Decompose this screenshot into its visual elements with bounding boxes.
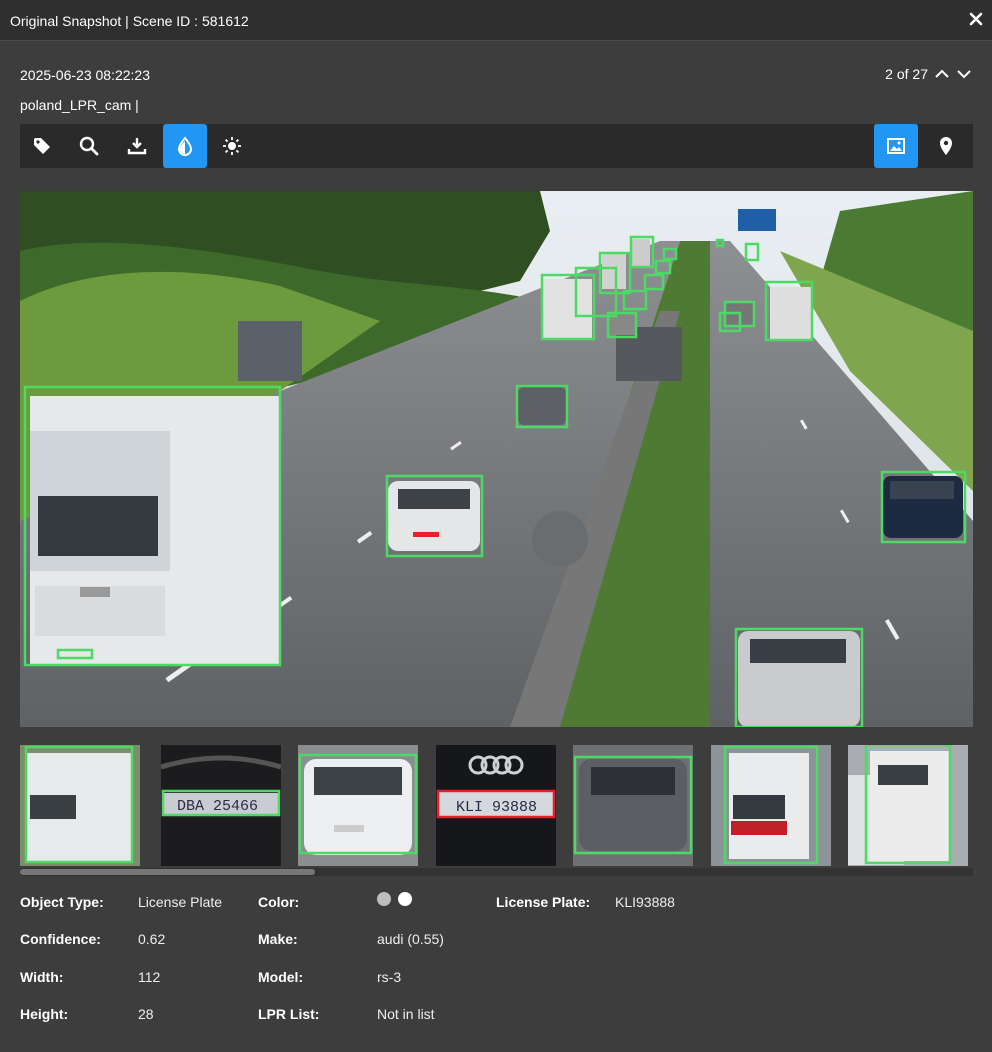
confidence-value: 0.62 xyxy=(138,931,166,947)
thumbnail-strip: DBA 25466 KLI 93888 xyxy=(20,745,973,866)
height-value: 28 xyxy=(138,1006,154,1022)
license-plate-label: License Plate: xyxy=(496,894,591,910)
width-label: Width: xyxy=(20,969,64,985)
color-swatch-grey xyxy=(377,892,391,906)
plate-text: KLI 93888 xyxy=(456,799,537,816)
make-label: Make: xyxy=(258,931,298,947)
object-type-value: License Plate xyxy=(138,894,223,910)
lpr-list-value: Not in list xyxy=(377,1006,435,1022)
chevron-down-icon[interactable] xyxy=(956,66,972,82)
download-icon xyxy=(127,138,147,155)
image-view-button[interactable] xyxy=(874,124,918,168)
thumbnail-plate-1[interactable]: DBA 25466 xyxy=(161,745,281,866)
contrast-button[interactable] xyxy=(163,124,207,168)
color-label: Color: xyxy=(258,894,300,910)
model-value: rs-3 xyxy=(377,969,402,985)
toolbar xyxy=(20,124,973,168)
height-label: Height: xyxy=(20,1006,69,1022)
download-button[interactable] xyxy=(115,124,159,168)
location-pin-icon xyxy=(940,137,952,155)
selected-plate-box[interactable] xyxy=(413,532,439,537)
window-title: Original Snapshot | Scene ID : 581612 xyxy=(10,13,249,29)
width-value: 112 xyxy=(138,969,161,985)
color-swatch-white xyxy=(398,892,412,906)
tag-button[interactable] xyxy=(20,124,64,168)
thumbnail-image: KLI 93888 xyxy=(436,745,556,866)
thumbnail-truck[interactable] xyxy=(20,745,140,866)
thumbnail-scrollbar[interactable] xyxy=(20,868,973,876)
pager: 2 of 27 xyxy=(885,66,972,82)
thumbnail-image xyxy=(20,745,140,866)
snapshot-viewer[interactable] xyxy=(20,191,973,727)
zoom-search-button[interactable] xyxy=(67,124,111,168)
lpr-list-label: LPR List: xyxy=(258,1006,320,1022)
timestamp: 2025-06-23 08:22:23 xyxy=(20,67,150,83)
make-value: audi (0.55) xyxy=(377,931,444,947)
tag-icon xyxy=(34,138,50,154)
title-bar: Original Snapshot | Scene ID : 581612 xyxy=(0,0,992,41)
license-plate-value: KLI93888 xyxy=(615,894,675,910)
thumbnail-trucks[interactable] xyxy=(848,745,968,866)
thumbnail-image xyxy=(573,745,693,866)
thumbnail-sedan[interactable] xyxy=(573,745,693,866)
contrast-drop-icon xyxy=(177,136,193,156)
thumbnail-truck-red[interactable] xyxy=(711,745,831,866)
thumbnail-plate-2[interactable]: KLI 93888 xyxy=(436,745,556,866)
thumbnail-image xyxy=(848,745,968,866)
thumbnail-image xyxy=(711,745,831,866)
object-type-label: Object Type: xyxy=(20,894,104,910)
scrollbar-thumb[interactable] xyxy=(20,869,316,875)
brightness-icon xyxy=(223,137,241,155)
chevron-up-icon[interactable] xyxy=(934,66,950,82)
model-label: Model: xyxy=(258,969,304,985)
scene-image xyxy=(20,191,973,727)
image-icon xyxy=(887,138,905,154)
thumbnail-image xyxy=(298,745,418,866)
thumbnail-image: DBA 25466 xyxy=(161,745,281,866)
search-zoom-icon xyxy=(79,136,99,156)
page-counter: 2 of 27 xyxy=(885,66,928,82)
close-icon[interactable] xyxy=(968,11,984,27)
confidence-label: Confidence: xyxy=(20,931,101,947)
camera-name: poland_LPR_cam | xyxy=(20,97,139,113)
plate-text: DBA 25466 xyxy=(177,798,258,815)
thumbnail-audi[interactable] xyxy=(298,745,418,866)
object-details: Object Type: License Plate Confidence: 0… xyxy=(20,890,973,1030)
location-button[interactable] xyxy=(924,124,968,168)
brightness-button[interactable] xyxy=(210,124,254,168)
